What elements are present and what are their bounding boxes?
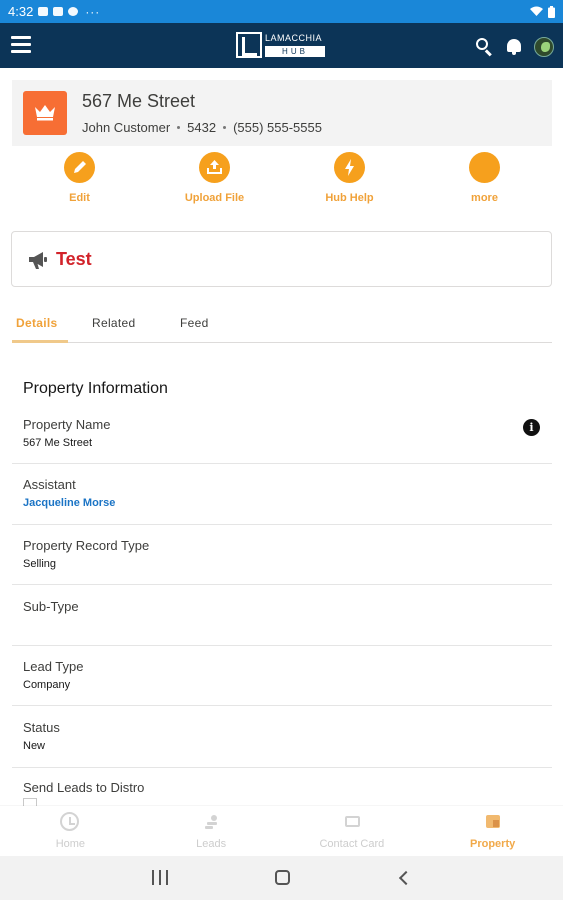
assistant-link[interactable]: Jacqueline Morse [23, 497, 115, 509]
edit-label: Edit [69, 192, 90, 204]
logo-subword: HUB [265, 46, 325, 57]
leads-icon [205, 815, 218, 829]
hub-logo: LAMACCHIA HUB [236, 31, 328, 59]
pencil-icon [64, 152, 95, 183]
more-notifications-icon: ··· [85, 4, 101, 19]
more-icon [469, 152, 500, 183]
field-label: Property Record Type [23, 538, 150, 553]
crown-icon [35, 105, 55, 121]
upload-icon [199, 152, 230, 183]
field-value: Company [23, 679, 71, 691]
back-icon[interactable] [398, 870, 414, 886]
nav-contact-card[interactable]: Contact Card [282, 806, 423, 856]
record-tabs: Details Related Feed [12, 310, 552, 343]
clock-icon [60, 812, 80, 831]
property-icon [485, 815, 500, 828]
active-tab-indicator [12, 340, 68, 343]
field-value: New [23, 740, 46, 752]
separator-dot [177, 126, 181, 129]
nav-home[interactable]: Home [0, 806, 141, 856]
hub-help-label: Hub Help [325, 192, 374, 204]
field-sub-type: Sub-Type [12, 599, 552, 646]
field-label: Send Leads to Distro [23, 780, 145, 795]
tab-related[interactable]: Related [92, 316, 135, 330]
field-status: Status New [12, 720, 552, 768]
record-phone: (555) 555-5555 [233, 120, 322, 135]
notice-card: Test [11, 231, 552, 287]
status-time: 4:32 [8, 4, 34, 19]
field-property-record-type: Property Record Type Selling [12, 538, 552, 585]
image-notification-icon [53, 7, 64, 16]
tab-feed[interactable]: Feed [180, 316, 209, 330]
nav-label: Property [470, 838, 516, 850]
nav-property[interactable]: Property [422, 806, 563, 856]
record-header: 567 Me Street John Customer 5432 (555) 5… [12, 80, 552, 146]
section-title: Property Information [23, 380, 168, 397]
battery-icon [548, 5, 555, 18]
bottom-nav: Home Leads Contact Card Property [0, 806, 563, 856]
tab-details[interactable]: Details [16, 316, 57, 330]
status-bar: 4:32 ··· [0, 0, 563, 23]
app-header: LAMACCHIA HUB [0, 23, 563, 68]
field-value: Selling [23, 558, 57, 570]
nav-label: Contact Card [319, 838, 385, 850]
field-property-name: Property Name 567 Me Street i [12, 417, 552, 464]
megaphone-icon [29, 252, 47, 269]
field-lead-type: Lead Type Company [12, 659, 552, 706]
message-notification-icon [68, 7, 79, 16]
send-leads-checkbox[interactable] [23, 798, 37, 806]
avatar[interactable] [534, 37, 554, 57]
record-number: 5432 [187, 120, 217, 135]
recent-apps-icon[interactable] [152, 870, 168, 885]
field-label: Assistant [23, 477, 76, 492]
field-assistant: Assistant Jacqueline Morse [12, 477, 552, 525]
record-subtitle: John Customer 5432 (555) 555-5555 [82, 120, 322, 135]
separator-dot [223, 126, 227, 129]
field-label: Lead Type [23, 659, 84, 674]
home-button-icon[interactable] [275, 870, 290, 885]
field-value: 567 Me Street [23, 437, 93, 449]
nav-label: Leads [196, 838, 227, 850]
search-icon[interactable] [474, 37, 494, 57]
logo-wordmark: LAMACCHIA [265, 33, 323, 43]
info-icon[interactable]: i [523, 419, 540, 436]
record-type-badge [23, 91, 67, 135]
more-button[interactable]: more [417, 152, 552, 214]
upload-file-button[interactable]: Upload File [147, 152, 282, 214]
notice-text: Test [56, 249, 92, 269]
field-label: Status [23, 720, 60, 735]
edit-button[interactable]: Edit [12, 152, 147, 214]
field-label: Property Name [23, 417, 111, 432]
field-label: Sub-Type [23, 599, 79, 614]
upload-file-label: Upload File [184, 192, 245, 204]
bell-icon[interactable] [504, 37, 524, 57]
record-contact: John Customer [82, 120, 171, 135]
nav-label: Home [55, 838, 86, 850]
field-send-leads-to-distro: Send Leads to Distro [12, 780, 552, 806]
system-nav-bar [0, 856, 563, 900]
notification-icon [38, 7, 49, 16]
menu-icon[interactable] [11, 36, 31, 54]
action-bar: Edit Upload File Hub Help more [12, 152, 552, 214]
more-label: more [471, 192, 498, 204]
wifi-icon [530, 6, 543, 16]
card-icon [344, 816, 360, 827]
nav-leads[interactable]: Leads [141, 806, 282, 856]
logo-mark [236, 32, 262, 58]
hub-help-button[interactable]: Hub Help [282, 152, 417, 214]
lightning-icon [334, 152, 365, 183]
record-title: 567 Me Street [82, 91, 196, 111]
